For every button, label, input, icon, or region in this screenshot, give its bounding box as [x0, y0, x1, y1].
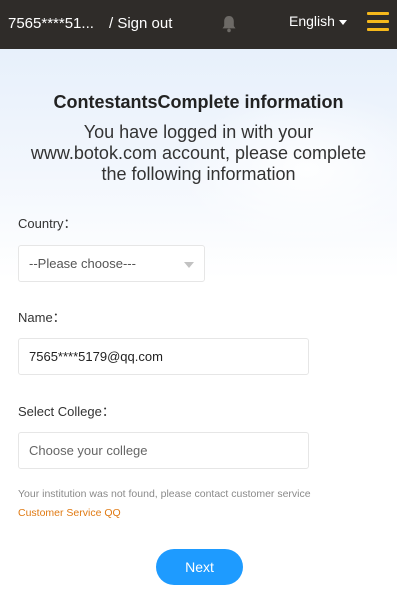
chevron-down-icon[interactable]: [339, 20, 347, 25]
language-selector[interactable]: English: [289, 13, 335, 29]
customer-service-link[interactable]: Customer Service QQ: [18, 507, 121, 519]
country-select-value: --Please choose---: [29, 256, 136, 271]
institution-not-found-hint: Your institution was not found, please c…: [18, 488, 311, 500]
college-label: Select College：: [18, 404, 115, 419]
bell-icon[interactable]: [221, 15, 237, 33]
page-subtitle: You have logged in with your www.botok.c…: [30, 122, 367, 184]
sign-out-link[interactable]: / Sign out: [109, 15, 172, 32]
chevron-down-icon: [184, 262, 194, 268]
username-label[interactable]: 7565****51...: [8, 15, 94, 32]
college-field[interactable]: [18, 432, 309, 469]
country-label: Country：: [18, 216, 77, 231]
name-label: Name：: [18, 310, 66, 325]
page-title: ContestantsComplete information: [53, 92, 344, 112]
country-select[interactable]: --Please choose---: [18, 245, 205, 282]
name-field[interactable]: [18, 338, 309, 375]
next-button[interactable]: Next: [156, 549, 243, 585]
top-navigation-bar: 7565****51... / Sign out English: [0, 0, 397, 49]
hamburger-menu-icon[interactable]: [367, 12, 389, 32]
